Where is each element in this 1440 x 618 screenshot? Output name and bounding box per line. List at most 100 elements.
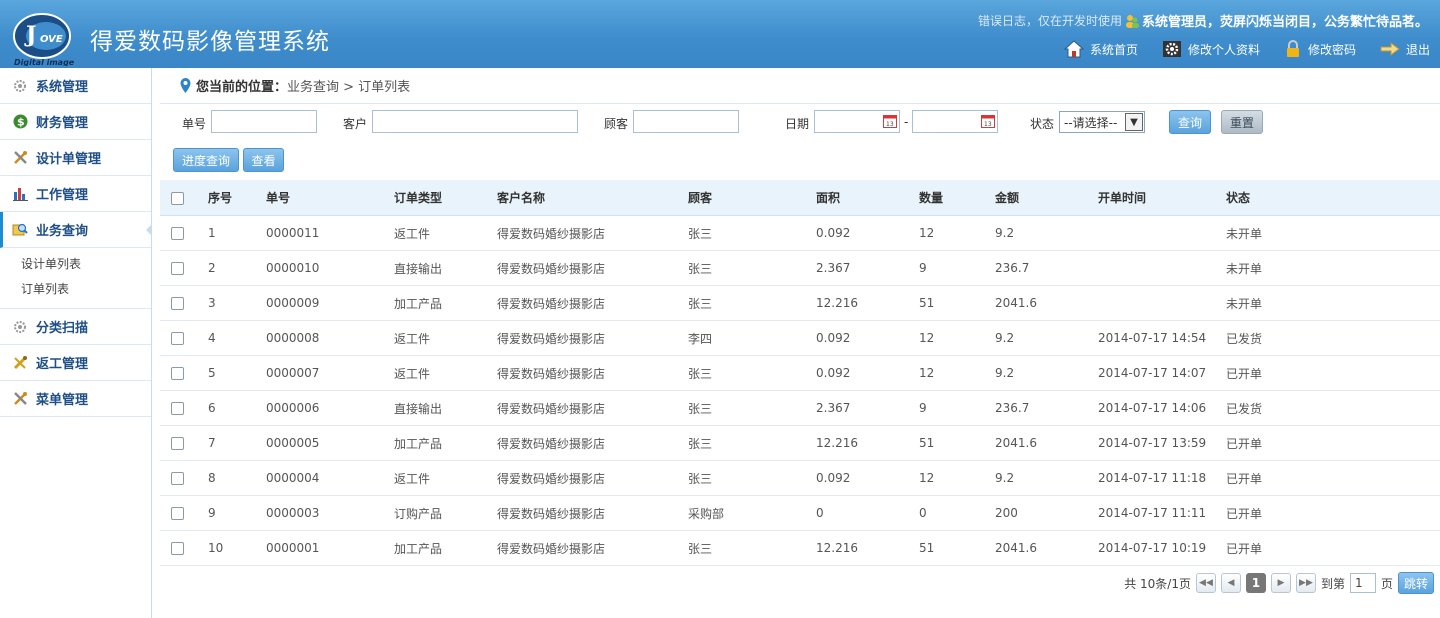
- table-row[interactable]: 8 0000004 返工件 得爱数码婚纱摄影店 张三 0.092 12 9.2 2014-07-…: [160, 461, 1440, 496]
- sidebar-item-label: 设计单管理: [36, 152, 102, 167]
- svg-text:J: J: [24, 22, 36, 48]
- table-row[interactable]: 9 0000003 订购产品 得爱数码婚纱摄影店 采购部 0 0 200 2014-07-17 …: [160, 496, 1440, 531]
- table-cell: 7: [208, 436, 216, 450]
- sidebar-item-business-query[interactable]: 业务查询: [0, 212, 152, 248]
- table-cell: 9.2: [995, 366, 1015, 380]
- table-cell: 2014-07-17 13:59: [1098, 436, 1207, 450]
- logout-link[interactable]: 退出: [1380, 40, 1430, 58]
- goto-label: 到第: [1320, 576, 1345, 591]
- sidebar-item-label: 系统管理: [36, 80, 89, 95]
- sidebar-item-system[interactable]: 系统管理: [0, 68, 151, 104]
- sidebar-item-finance[interactable]: $ 财务管理: [0, 104, 151, 140]
- status-select[interactable]: --请选择-- ▼: [1059, 111, 1145, 133]
- table-header-row: 序号 单号 订单类型 客户名称 顾客 面积 数量 金额 开单时间 状态: [160, 180, 1440, 216]
- table-row[interactable]: 6 0000006 直接输出 得爱数码婚纱摄影店 张三 2.367 9 236.7 2014-0…: [160, 391, 1440, 426]
- table-row[interactable]: 2 0000010 直接输出 得爱数码婚纱摄影店 张三 2.367 9 236.7 未开单: [160, 251, 1440, 286]
- sidebar-subitem-design-list[interactable]: 设计单列表: [0, 252, 151, 277]
- client-label: 顾客: [604, 117, 629, 131]
- header-nav: 系统首页 修改个人资料 修改密码 退出: [1063, 40, 1430, 58]
- calendar-icon[interactable]: 13: [981, 114, 995, 128]
- table-cell: 未开单: [1226, 226, 1263, 241]
- row-checkbox[interactable]: [171, 542, 184, 555]
- table-cell: 51: [919, 296, 935, 310]
- first-page-button[interactable]: ◀◀: [1195, 573, 1216, 593]
- client-input[interactable]: [633, 110, 739, 133]
- order-no-input[interactable]: [211, 110, 317, 133]
- table-row[interactable]: 10 0000001 加工产品 得爱数码婚纱摄影店 张三 12.216 51 2041.6 20…: [160, 531, 1440, 566]
- select-all-checkbox[interactable]: [171, 192, 184, 205]
- progress-query-button[interactable]: 进度查询: [173, 148, 239, 172]
- sidebar-item-scan[interactable]: 分类扫描: [0, 309, 151, 345]
- table-cell: 0000001: [266, 541, 320, 555]
- sidebar-item-label: 菜单管理: [36, 393, 89, 408]
- svg-text:13: 13: [984, 121, 992, 128]
- sidebar-item-rework[interactable]: 返工管理: [0, 345, 151, 381]
- table-cell: 12.216: [816, 436, 858, 450]
- jump-button[interactable]: 跳转: [1397, 572, 1434, 594]
- row-checkbox[interactable]: [171, 262, 184, 275]
- row-checkbox[interactable]: [171, 367, 184, 380]
- sidebar-item-work[interactable]: 工作管理: [0, 176, 151, 212]
- table-row[interactable]: 1 0000011 返工件 得爱数码婚纱摄影店 张三 0.092 12 9.2 未开单: [160, 216, 1440, 251]
- current-page[interactable]: 1: [1245, 573, 1266, 593]
- row-checkbox[interactable]: [171, 507, 184, 520]
- last-page-icon: ▶▶: [1299, 578, 1313, 588]
- reset-button[interactable]: 重置: [1221, 110, 1263, 134]
- row-checkbox[interactable]: [171, 472, 184, 485]
- table-cell: 9.2: [995, 331, 1015, 345]
- table-cell: 返工件: [394, 331, 431, 346]
- table-cell: 1: [208, 226, 216, 240]
- table-cell: 236.7: [995, 401, 1030, 415]
- home-icon: [1063, 40, 1084, 58]
- customer-input[interactable]: [372, 110, 578, 133]
- row-checkbox[interactable]: [171, 437, 184, 450]
- change-password-link[interactable]: 修改密码: [1284, 40, 1356, 58]
- sidebar-item-menu[interactable]: 菜单管理: [0, 381, 151, 417]
- table-cell: 张三: [688, 541, 713, 556]
- column-header: 状态: [1226, 191, 1251, 205]
- svg-text:13: 13: [886, 121, 894, 128]
- table-cell: 12: [919, 366, 935, 380]
- table-cell: 张三: [688, 261, 713, 276]
- header-message: 错误日志，仅在开发时使用 系统管理员，荧屏闪烁当闭目，公务繁忙待品茗。: [978, 11, 1428, 30]
- row-checkbox[interactable]: [171, 402, 184, 415]
- table-cell: 采购部: [688, 506, 725, 521]
- table-cell: 51: [919, 436, 935, 450]
- last-page-button[interactable]: ▶▶: [1295, 573, 1316, 593]
- next-page-button[interactable]: ▶: [1270, 573, 1291, 593]
- table-cell: 2014-07-17 10:19: [1098, 541, 1207, 555]
- row-checkbox[interactable]: [171, 297, 184, 310]
- sidebar-item-design-orders[interactable]: 设计单管理: [0, 140, 151, 176]
- table-cell: 得爱数码婚纱摄影店: [497, 401, 606, 416]
- table-cell: 2.367: [816, 261, 851, 275]
- table-cell: 9: [208, 506, 216, 520]
- row-checkbox[interactable]: [171, 332, 184, 345]
- column-header: 金额: [995, 191, 1020, 205]
- svg-text:Digital image: Digital image: [14, 58, 75, 66]
- table-cell: 8: [208, 471, 216, 485]
- breadcrumb-path: 业务查询 > 订单列表: [287, 80, 411, 95]
- table-cell: 51: [919, 541, 935, 555]
- view-button[interactable]: 查看: [243, 148, 284, 172]
- query-button[interactable]: 查询: [1169, 110, 1211, 134]
- table-row[interactable]: 7 0000005 加工产品 得爱数码婚纱摄影店 张三 12.216 51 2041.6 201…: [160, 426, 1440, 461]
- table-row[interactable]: 5 0000007 返工件 得爱数码婚纱摄影店 张三 0.092 12 9.2 2014-07-…: [160, 356, 1440, 391]
- row-checkbox[interactable]: [171, 227, 184, 240]
- table-cell: 0000009: [266, 296, 320, 310]
- date-from-input[interactable]: 13: [814, 110, 900, 133]
- table-row[interactable]: 4 0000008 返工件 得爱数码婚纱摄影店 李四 0.092 12 9.2 2014-07-…: [160, 321, 1440, 356]
- prev-page-button[interactable]: ◀: [1220, 573, 1241, 593]
- table-cell: 0000003: [266, 506, 320, 520]
- customer-label: 客户: [343, 117, 368, 131]
- edit-profile-link[interactable]: 修改个人资料: [1162, 40, 1260, 58]
- calendar-icon[interactable]: 13: [883, 114, 897, 128]
- sidebar-subitem-order-list[interactable]: 订单列表: [0, 277, 151, 302]
- first-page-icon: ◀◀: [1199, 578, 1213, 588]
- goto-page-input[interactable]: 1: [1349, 573, 1376, 593]
- table-cell: 张三: [688, 366, 713, 381]
- home-link[interactable]: 系统首页: [1063, 40, 1138, 58]
- table-cell: 2014-07-17 11:18: [1098, 471, 1207, 485]
- table-row[interactable]: 3 0000009 加工产品 得爱数码婚纱摄影店 张三 12.216 51 2041.6 未开单: [160, 286, 1440, 321]
- date-to-input[interactable]: 13: [912, 110, 998, 133]
- table-cell: 0.092: [816, 366, 851, 380]
